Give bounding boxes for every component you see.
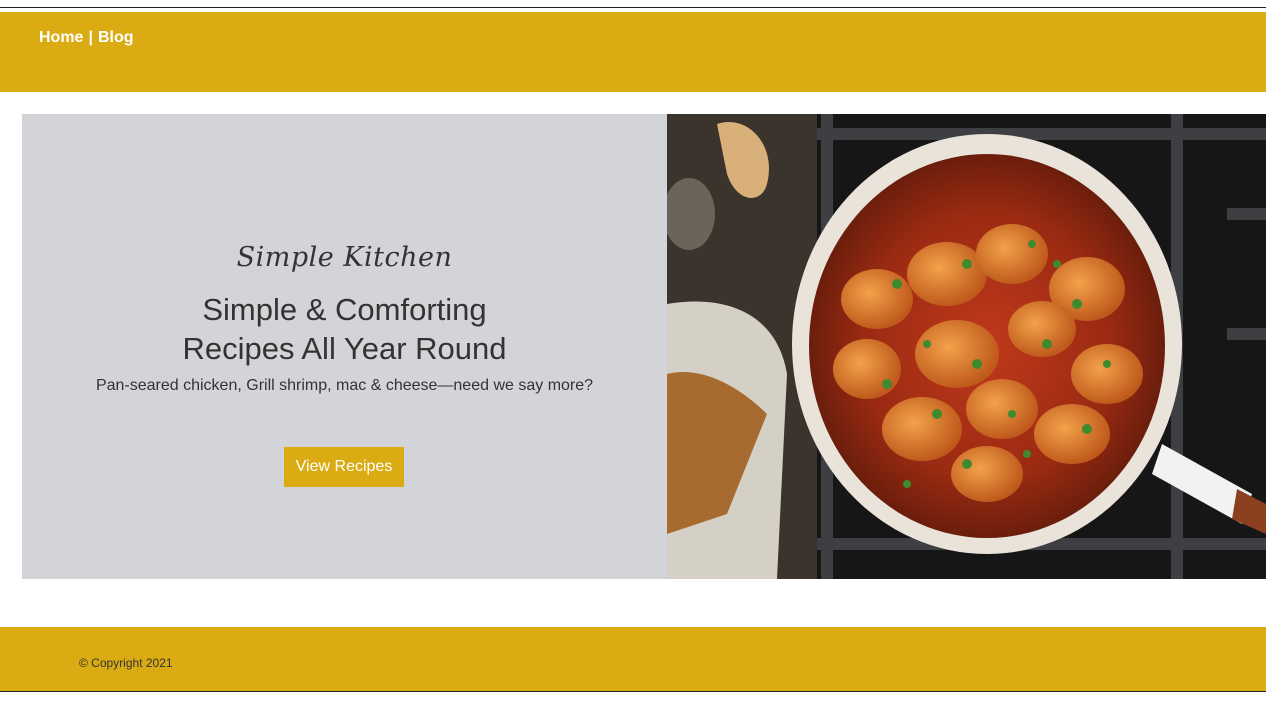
hero-subline: Pan-seared chicken, Grill shrimp, mac & … <box>95 377 594 394</box>
nav-link-blog[interactable]: Blog <box>98 29 134 46</box>
top-divider <box>0 7 1266 8</box>
nav-links: Home | Blog <box>39 29 133 47</box>
top-navbar: Home | Blog <box>0 12 1266 92</box>
shrimp-skillet-illustration <box>667 114 1266 579</box>
view-recipes-button[interactable]: View Recipes <box>284 447 404 487</box>
shrimp-skillet-photo <box>667 114 1266 579</box>
nav-link-home[interactable]: Home <box>39 29 83 46</box>
hero-text-panel: Simple Kitchen Simple & Comforting Recip… <box>22 114 667 579</box>
brand-logo-text: Simple Kitchen <box>236 242 453 273</box>
footer: © Copyright 2021 <box>0 627 1266 691</box>
hero-headline-line-1: Simple & Comforting <box>202 292 487 327</box>
bottom-divider <box>0 691 1266 692</box>
copyright-text: © Copyright 2021 <box>79 656 173 670</box>
nav-separator: | <box>88 29 93 46</box>
hero-section: Simple Kitchen Simple & Comforting Recip… <box>22 114 1266 579</box>
hero-headline: Simple & Comforting Recipes All Year Rou… <box>22 290 667 368</box>
hero-headline-line-2: Recipes All Year Round <box>182 331 507 366</box>
